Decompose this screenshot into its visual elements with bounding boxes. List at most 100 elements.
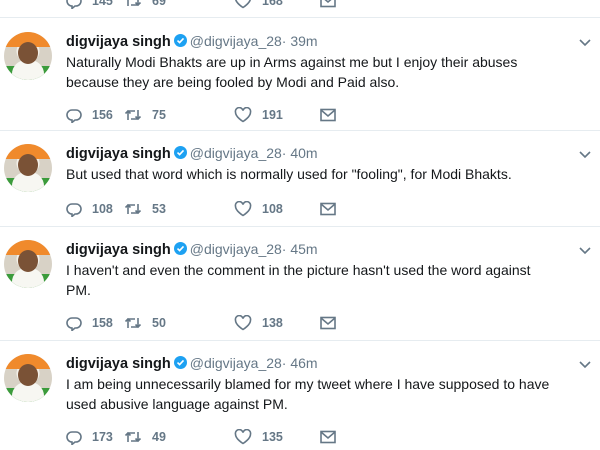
avatar[interactable] <box>4 32 52 80</box>
retweet-button[interactable]: 69 <box>124 0 166 10</box>
like-button[interactable]: 135 <box>234 428 283 446</box>
tweet-text: Naturally Modi Bhakts are up in Arms aga… <box>66 52 586 92</box>
heart-icon <box>235 0 251 9</box>
like-count: 168 <box>262 0 283 8</box>
author-name[interactable]: digvijaya singh <box>66 242 171 258</box>
reply-button[interactable]: 145 <box>66 0 113 10</box>
chevron-down-icon[interactable] <box>578 246 592 256</box>
reply-count: 158 <box>92 316 113 330</box>
envelope-icon <box>320 316 336 330</box>
envelope-icon <box>320 108 336 122</box>
like-button[interactable]: 138 <box>234 314 283 332</box>
retweet-button[interactable]: 75 <box>124 106 166 124</box>
like-count: 138 <box>262 316 283 330</box>
like-button[interactable]: 168 <box>234 0 283 10</box>
tweet-actions: 108 53 108 <box>66 200 366 218</box>
avatar[interactable] <box>4 354 52 402</box>
retweet-icon <box>126 0 142 7</box>
envelope-icon <box>320 0 336 8</box>
tweet-header: digvijaya singh @digvijaya_28· 40m <box>66 144 318 162</box>
author-handle[interactable]: @digvijaya_28 <box>190 355 282 371</box>
heart-icon <box>234 315 252 331</box>
chevron-down-icon[interactable] <box>578 150 592 160</box>
author-handle[interactable]: @digvijaya_28 <box>190 33 282 49</box>
tweet[interactable]: digvijaya singh @digvijaya_28· 39m Natura… <box>0 19 600 131</box>
retweet-count: 69 <box>152 0 166 8</box>
like-button[interactable]: 108 <box>234 200 283 218</box>
chevron-down-icon[interactable] <box>578 360 592 370</box>
avatar[interactable] <box>4 144 52 192</box>
tweet[interactable]: digvijaya singh @digvijaya_28· 46m I am b… <box>0 341 600 450</box>
author-name[interactable]: digvijaya singh <box>66 146 171 162</box>
reply-count: 156 <box>92 108 113 122</box>
dm-button[interactable] <box>320 106 346 124</box>
dm-button[interactable] <box>320 200 346 218</box>
like-count: 135 <box>262 430 283 444</box>
reply-count: 145 <box>92 0 113 8</box>
tweet-header: digvijaya singh @digvijaya_28· 46m <box>66 354 318 372</box>
tweet-text: I haven't and even the comment in the pi… <box>66 260 586 300</box>
retweet-count: 53 <box>152 202 166 216</box>
heart-icon <box>234 107 252 123</box>
author-handle[interactable]: @digvijaya_28 <box>190 145 282 161</box>
timestamp[interactable]: · 40m <box>282 145 318 161</box>
tweet[interactable]: digvijaya singh @digvijaya_28· 40m But us… <box>0 131 600 227</box>
author-handle[interactable]: @digvijaya_28 <box>190 241 282 257</box>
reply-button[interactable]: 173 <box>66 428 113 446</box>
reply-count: 173 <box>92 430 113 444</box>
timestamp[interactable]: · 45m <box>282 241 318 257</box>
retweet-button[interactable]: 50 <box>124 314 166 332</box>
dm-button[interactable] <box>320 0 346 10</box>
tweet-text-line: I am being unnecessarily blamed for my t… <box>66 376 550 392</box>
timestamp[interactable]: · 39m <box>282 33 318 49</box>
heart-icon <box>234 201 252 217</box>
envelope-icon <box>320 202 336 216</box>
reply-icon <box>66 0 82 9</box>
retweet-icon <box>124 109 142 121</box>
tweet[interactable]: digvijaya singh @digvijaya_28· 45m I have… <box>0 227 600 341</box>
tweet-actions: 145 69 168 <box>66 0 366 10</box>
verified-badge-icon <box>173 146 187 159</box>
tweet-text-line: used abusive language against PM. <box>66 396 288 412</box>
retweet-button[interactable]: 53 <box>124 200 166 218</box>
author-name[interactable]: digvijaya singh <box>66 34 171 50</box>
avatar[interactable] <box>4 240 52 288</box>
reply-count: 108 <box>92 202 113 216</box>
reply-icon <box>66 109 82 123</box>
timestamp[interactable]: · 46m <box>282 355 318 371</box>
retweet-count: 50 <box>152 316 166 330</box>
like-button[interactable]: 191 <box>234 106 283 124</box>
tweet-text-line: But used that word which is normally use… <box>66 166 512 182</box>
tweet-text-line: PM. <box>66 282 91 298</box>
tweet-header: digvijaya singh @digvijaya_28· 45m <box>66 240 318 258</box>
retweet-icon <box>124 431 142 443</box>
chevron-down-icon[interactable] <box>578 38 592 48</box>
tweet-partial-top: 145 69 168 <box>0 0 600 18</box>
tweet-text-line: I haven't and even the comment in the pi… <box>66 262 531 278</box>
retweet-icon <box>124 317 142 329</box>
reply-button[interactable]: 156 <box>66 106 113 124</box>
tweet-text: But used that word which is normally use… <box>66 164 586 184</box>
tweet-actions: 156 75 191 <box>66 106 366 124</box>
heart-icon <box>234 429 252 445</box>
reply-button[interactable]: 108 <box>66 200 113 218</box>
retweet-count: 49 <box>152 430 166 444</box>
verified-badge-icon <box>173 356 187 369</box>
tweet-actions: 173 49 135 <box>66 428 366 446</box>
retweet-button[interactable]: 49 <box>124 428 166 446</box>
tweet-actions: 158 50 138 <box>66 314 366 332</box>
like-count: 108 <box>262 202 283 216</box>
reply-button[interactable]: 158 <box>66 314 113 332</box>
tweet-header: digvijaya singh @digvijaya_28· 39m <box>66 32 318 50</box>
tweet-text-line: because they are being fooled by Modi an… <box>66 74 400 90</box>
reply-icon <box>66 203 82 217</box>
verified-badge-icon <box>173 242 187 255</box>
dm-button[interactable] <box>320 314 346 332</box>
retweet-count: 75 <box>152 108 166 122</box>
envelope-icon <box>320 430 336 444</box>
tweet-text-line: Naturally Modi Bhakts are up in Arms aga… <box>66 54 518 70</box>
tweet-text: I am being unnecessarily blamed for my t… <box>66 374 586 414</box>
dm-button[interactable] <box>320 428 346 446</box>
author-name[interactable]: digvijaya singh <box>66 356 171 372</box>
reply-icon <box>66 431 82 445</box>
